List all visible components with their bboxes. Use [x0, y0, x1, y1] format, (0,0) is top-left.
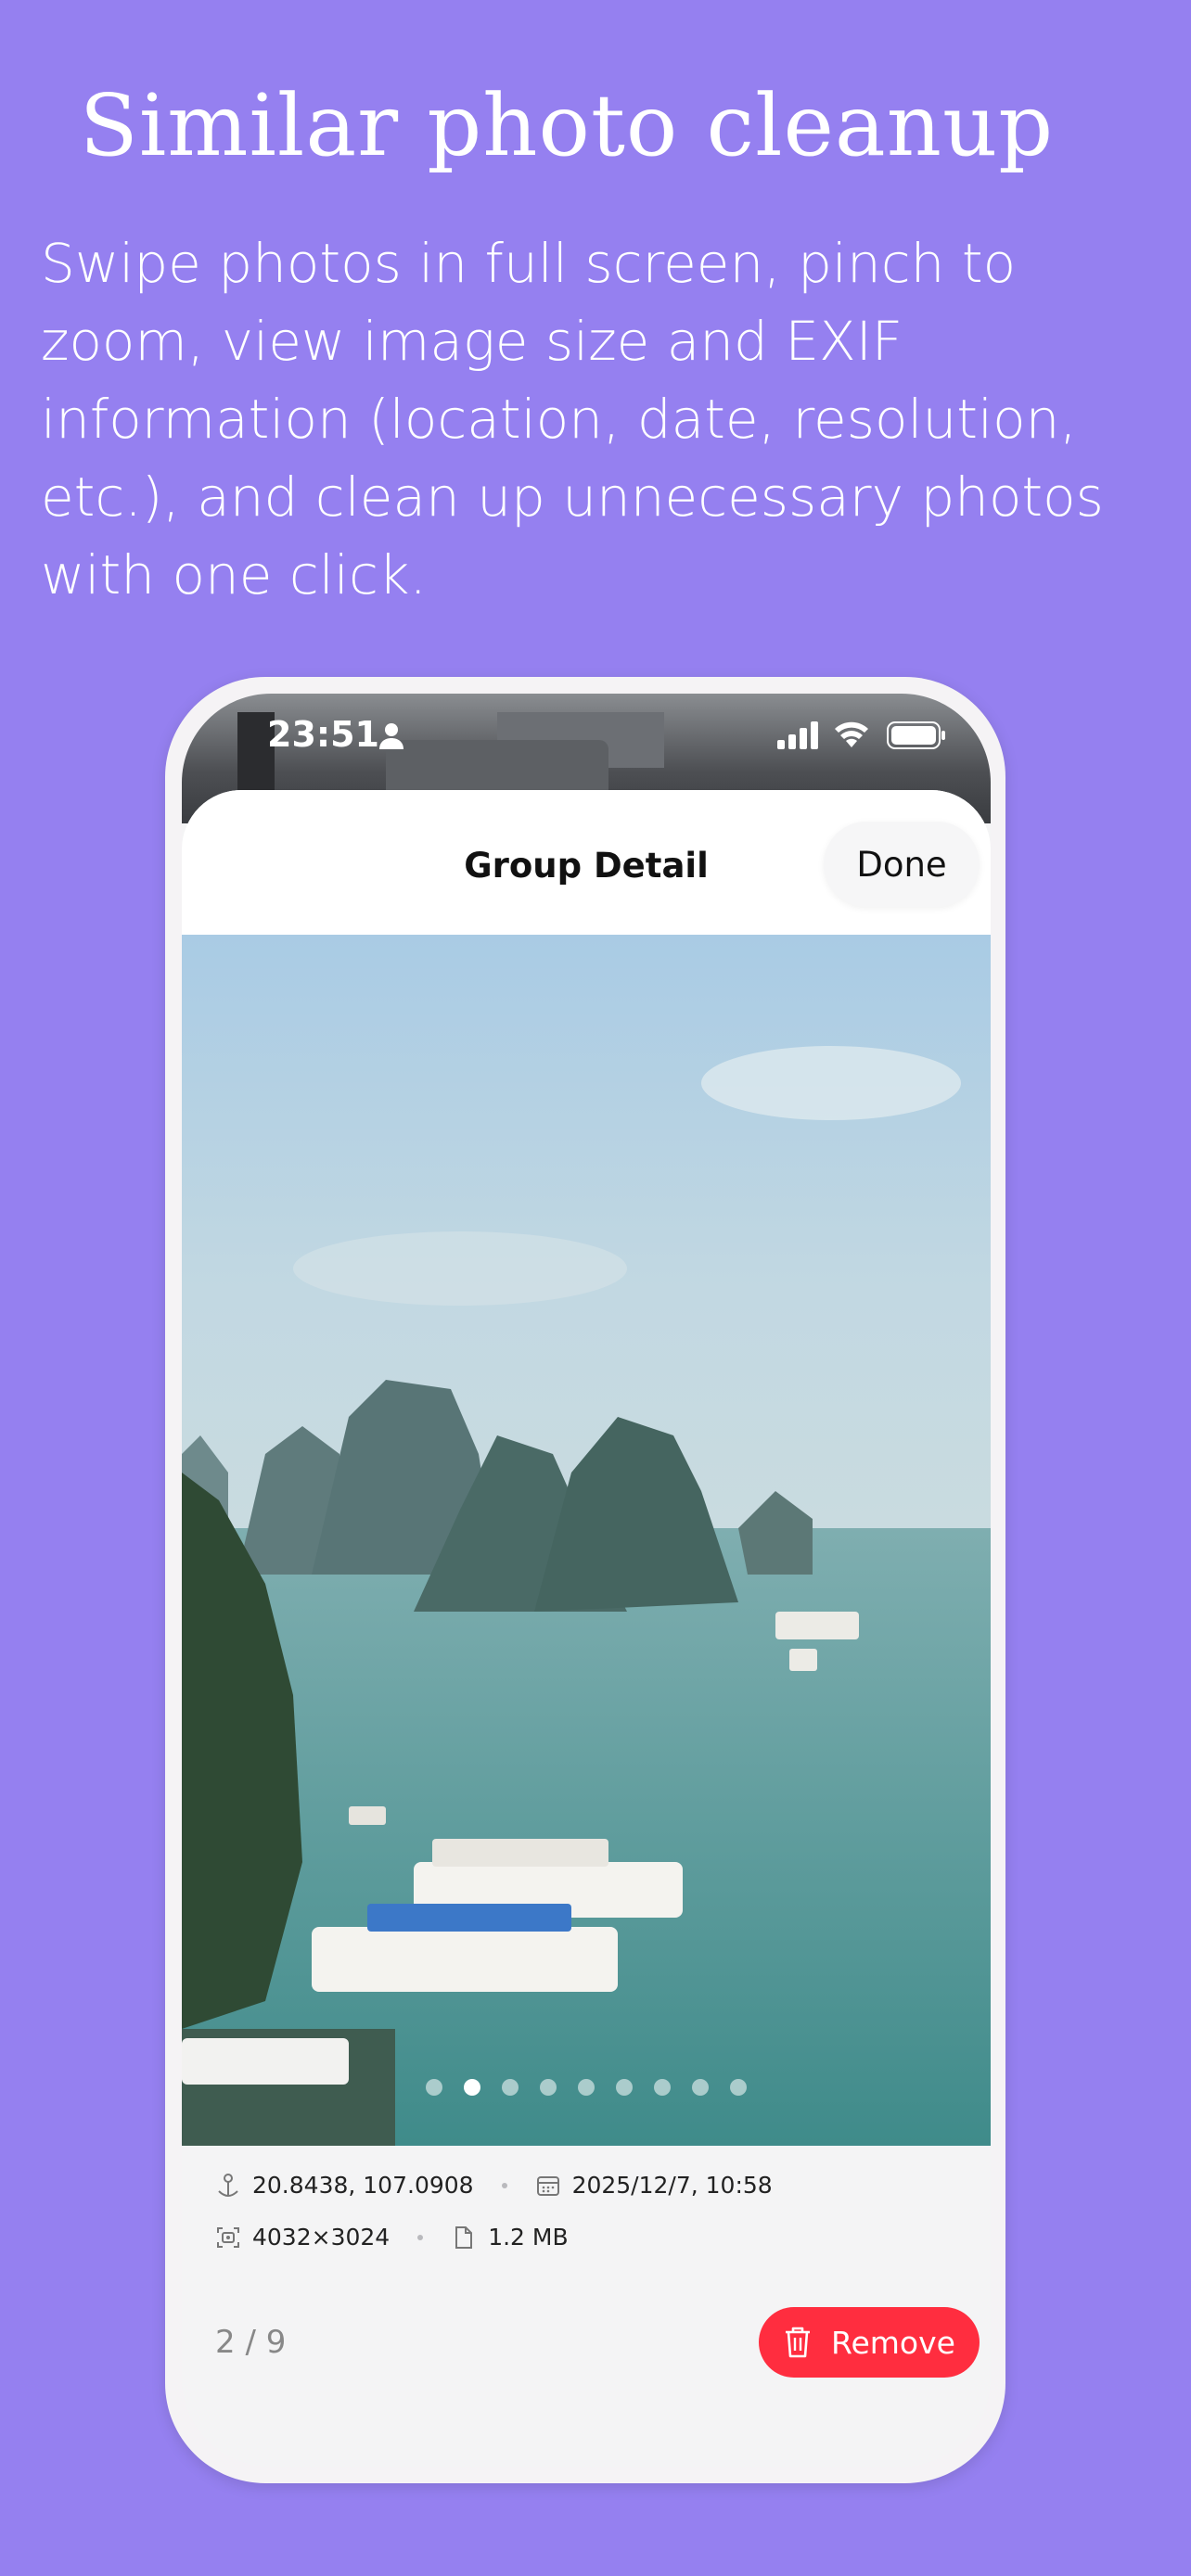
- page-dot[interactable]: [426, 2079, 442, 2096]
- page-dot[interactable]: [578, 2079, 595, 2096]
- page-dot[interactable]: [654, 2079, 671, 2096]
- meta-row-location-date: 20.8438, 107.0908 2025/12/7, 10:58: [215, 2172, 773, 2199]
- meta-row-resolution-size: 4032×3024 1.2 MB: [215, 2224, 569, 2251]
- location-pin-icon: [218, 2173, 238, 2197]
- file-size-text: 1.2 MB: [488, 2224, 569, 2251]
- cellular-signal-icon: [777, 721, 818, 749]
- calendar-icon: [536, 2175, 559, 2196]
- page-dot[interactable]: [502, 2079, 519, 2096]
- description: Swipe photos in full screen, pinch to zo…: [41, 232, 1104, 606]
- done-button[interactable]: Done: [824, 822, 980, 907]
- photo-counter: 2 / 9: [215, 2324, 287, 2361]
- file-icon: [455, 2225, 473, 2249]
- location-text: 20.8438, 107.0908: [252, 2172, 474, 2199]
- photo-viewer[interactable]: [182, 935, 991, 2146]
- page-dot[interactable]: [616, 2079, 633, 2096]
- resolution-text: 4032×3024: [252, 2224, 391, 2251]
- person-icon: [379, 723, 403, 749]
- status-time: 23:51: [267, 714, 379, 755]
- trash-icon: [786, 2327, 811, 2358]
- phone-frame: 23:51 Group Detail Done 20.8438, 107.090…: [165, 677, 1005, 2483]
- page-indicator[interactable]: [182, 2079, 991, 2096]
- resolution-icon: [217, 2226, 239, 2248]
- phone-screen: 23:51 Group Detail Done 20.8438, 107.090…: [182, 694, 991, 2467]
- wifi-icon: [835, 721, 868, 747]
- group-detail-sheet: Group Detail Done 20.8438, 107.0908 2025…: [182, 790, 991, 2467]
- remove-button[interactable]: Remove: [759, 2307, 980, 2378]
- date-text: 2025/12/7, 10:58: [571, 2172, 773, 2199]
- headline: Similar photo cleanup: [79, 76, 1055, 175]
- battery-icon: [887, 721, 945, 749]
- photo-image: [182, 935, 991, 2146]
- page-dot[interactable]: [730, 2079, 747, 2096]
- page-dot[interactable]: [692, 2079, 709, 2096]
- page-dot[interactable]: [464, 2079, 480, 2096]
- nav-bar: Group Detail Done: [182, 790, 991, 936]
- info-panel: 20.8438, 107.0908 2025/12/7, 10:58 4032×…: [182, 2146, 991, 2467]
- remove-label: Remove: [831, 2324, 955, 2361]
- page-dot[interactable]: [540, 2079, 557, 2096]
